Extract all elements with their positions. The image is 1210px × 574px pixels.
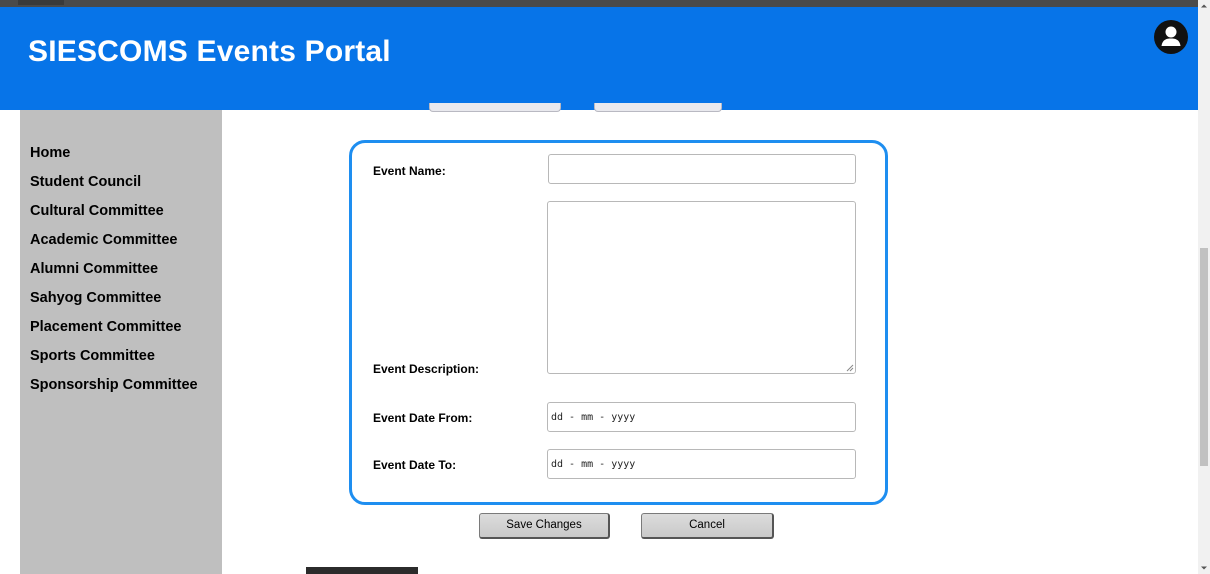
resize-grip-icon[interactable] <box>846 364 854 372</box>
date-to-label: Event Date To: <box>373 458 457 472</box>
hidden-tab-button[interactable] <box>594 103 722 112</box>
cancel-button[interactable]: Cancel <box>641 513 774 539</box>
sidebar-item-academic-committee[interactable]: Academic Committee <box>30 232 177 248</box>
sidebar-item-cultural-committee[interactable]: Cultural Committee <box>30 203 164 219</box>
page-scrollbar[interactable] <box>1198 0 1210 574</box>
browser-top-strip <box>0 0 1198 7</box>
sidebar-item-placement-committee[interactable]: Placement Committee <box>30 319 182 335</box>
date-from-label: Event Date From: <box>373 411 473 425</box>
date-from-input[interactable] <box>547 402 856 432</box>
sidebar-item-alumni-committee[interactable]: Alumni Committee <box>30 261 158 277</box>
sidebar-item-sahyog-committee[interactable]: Sahyog Committee <box>30 290 161 306</box>
portal-header: SIESCOMS Events Portal <box>0 7 1198 110</box>
user-icon[interactable] <box>1154 20 1188 54</box>
portal-title: SIESCOMS Events Portal <box>28 35 391 68</box>
sidebar-item-student-council[interactable]: Student Council <box>30 174 141 190</box>
sidebar-item-sponsorship-committee[interactable]: Sponsorship Committee <box>30 377 198 393</box>
scrollbar-thumb[interactable] <box>1200 248 1208 466</box>
event-description-label: Event Description: <box>373 362 480 376</box>
event-name-label: Event Name: <box>373 164 446 178</box>
event-name-input[interactable] <box>548 154 856 184</box>
sidebar-item-sports-committee[interactable]: Sports Committee <box>30 348 155 364</box>
event-description-textarea[interactable] <box>547 201 856 374</box>
scroll-down-arrow-icon[interactable] <box>1198 562 1210 574</box>
date-to-input[interactable] <box>547 449 856 479</box>
sidebar-item-home[interactable]: Home <box>30 145 70 161</box>
scroll-up-arrow-icon[interactable] <box>1198 0 1210 12</box>
browser-tab-edge <box>18 0 64 5</box>
cut-off-heading <box>306 567 418 574</box>
save-changes-button[interactable]: Save Changes <box>479 513 610 539</box>
sidebar: Home Student Council Cultural Committee … <box>20 110 222 574</box>
hidden-tab-button[interactable] <box>429 103 561 112</box>
